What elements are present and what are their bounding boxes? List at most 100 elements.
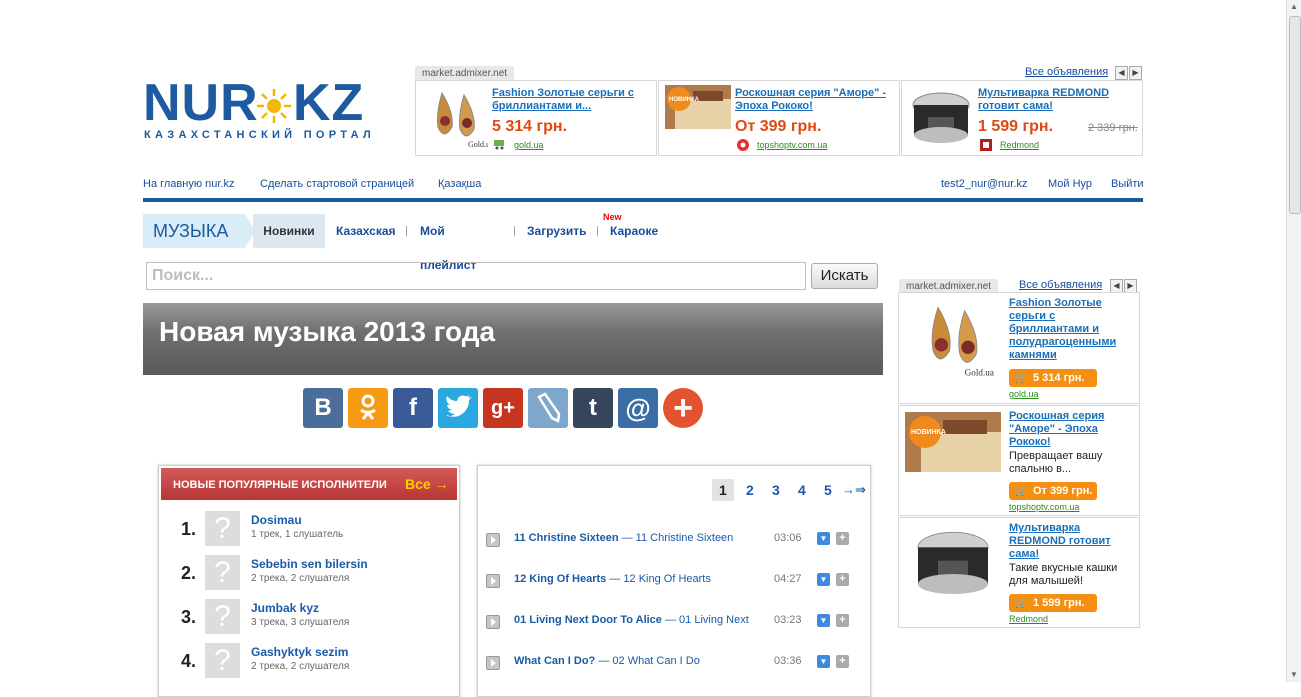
download-icon[interactable]: ▼ <box>817 614 830 627</box>
next-arrow-icon[interactable]: ▶ <box>1124 279 1137 293</box>
logout-link[interactable]: Выйти <box>1111 178 1144 190</box>
start-page-link[interactable]: Сделать стартовой страницей <box>260 178 414 190</box>
artist-avatar[interactable]: ? <box>205 511 240 546</box>
tab-new[interactable]: Новинки <box>253 214 325 248</box>
play-icon[interactable] <box>486 656 500 670</box>
track-name[interactable]: 01 Living Next Door To Alice <box>514 614 662 626</box>
artist-name[interactable]: Jumbak kyz <box>251 601 319 615</box>
top-ad-item[interactable]: Мультиварка REDMOND готовит сама! 1 599 … <box>901 80 1143 156</box>
ad-title[interactable]: Мультиварка REDMOND готовит сама! <box>1009 522 1131 561</box>
kazakh-language-link[interactable]: Қазақша <box>438 178 481 190</box>
page-link-4[interactable]: 4 <box>798 482 806 498</box>
googleplus-icon[interactable]: g+ <box>483 388 523 428</box>
page-link-3[interactable]: 3 <box>772 482 780 498</box>
all-ads-link[interactable]: Все объявления <box>1025 66 1108 78</box>
vk-icon[interactable]: В <box>303 388 343 428</box>
ad-source-label[interactable]: market.admixer.net <box>415 66 515 81</box>
track-row[interactable]: 11 Christine Sixteen — 11 Christine Sixt… <box>478 529 870 559</box>
ad-title[interactable]: Fashion Золотые серьги с бриллиантами и … <box>1009 297 1131 362</box>
page-link-1[interactable]: 1 <box>712 479 734 501</box>
track-row[interactable]: 12 King Of Hearts — 12 King Of Hearts 04… <box>478 570 870 600</box>
search-button[interactable]: Искать <box>811 263 878 289</box>
track-name[interactable]: 11 Christine Sixteen <box>514 532 619 544</box>
mailru-icon[interactable]: @ <box>618 388 658 428</box>
odnoklassniki-icon[interactable] <box>348 388 388 428</box>
play-icon[interactable] <box>486 574 500 588</box>
download-icon[interactable]: ▼ <box>817 573 830 586</box>
vertical-scrollbar[interactable]: ▲ ▼ <box>1286 0 1301 682</box>
artist-avatar[interactable]: ? <box>205 643 240 678</box>
ad-title[interactable]: Мультиварка REDMOND готовит сама! <box>978 87 1133 113</box>
track-row[interactable]: What Can I Do? — 02 What Can I Do 03:36 … <box>478 652 870 682</box>
track-title[interactable]: What Can I Do? — 02 What Can I Do <box>514 655 700 667</box>
track-title[interactable]: 12 King Of Hearts — 12 King Of Hearts <box>514 573 711 585</box>
track-album[interactable]: — 11 Christine Sixteen <box>622 532 734 544</box>
track-row[interactable]: 01 Living Next Door To Alice — 01 Living… <box>478 611 870 641</box>
add-to-playlist-icon[interactable]: + <box>836 655 849 668</box>
tab-upload[interactable]: Загрузить <box>527 214 586 248</box>
right-ad-item[interactable]: НОВИНКА Роскошная серия "Аморе" - Эпоха … <box>898 405 1140 516</box>
add-to-playlist-icon[interactable]: + <box>836 573 849 586</box>
add-to-playlist-icon[interactable]: + <box>836 532 849 545</box>
page-link-5[interactable]: 5 <box>824 482 832 498</box>
artist-row[interactable]: 4. ? Gashyktyk sezim 2 трека, 2 слушател… <box>159 643 459 687</box>
track-album[interactable]: — 01 Living Next <box>665 614 749 626</box>
right-all-ads-link[interactable]: Все объявления <box>1019 279 1102 291</box>
artist-name[interactable]: Sebebin sen bilersin <box>251 557 368 571</box>
home-link[interactable]: На главную nur.kz <box>143 178 235 190</box>
ad-source[interactable]: topshoptv.com.ua <box>1009 502 1079 512</box>
top-ad-item[interactable]: НОВИНКА Роскошная серия "Аморе" - Эпоха … <box>658 80 900 156</box>
scroll-up-icon[interactable]: ▲ <box>1287 0 1301 14</box>
right-ad-item[interactable]: Gold.ua Fashion Золотые серьги с бриллиа… <box>898 292 1140 404</box>
track-album[interactable]: — 02 What Can I Do <box>598 655 700 667</box>
scrollbar-thumb[interactable] <box>1289 16 1301 214</box>
search-input[interactable]: Поиск... <box>146 262 806 290</box>
ad-source[interactable]: topshoptv.com.ua <box>757 140 827 150</box>
play-icon[interactable] <box>486 533 500 547</box>
artist-row[interactable]: 3. ? Jumbak kyz 3 трека, 3 слушателя <box>159 599 459 643</box>
section-title[interactable]: МУЗЫКА <box>143 214 245 248</box>
track-title[interactable]: 01 Living Next Door To Alice — 01 Living… <box>514 614 749 626</box>
artist-row[interactable]: 1. ? Dosimau 1 трек, 1 слушатель <box>159 511 459 555</box>
user-email-link[interactable]: test2_nur@nur.kz <box>941 178 1027 190</box>
download-icon[interactable]: ▼ <box>817 532 830 545</box>
ad-source[interactable]: gold.ua <box>514 140 544 150</box>
ad-price-button[interactable]: 🛒 От 399 грн. <box>1009 482 1097 500</box>
top-ad-item[interactable]: Gold.ua Fashion Золотые серьги с бриллиа… <box>415 80 657 156</box>
play-icon[interactable] <box>486 615 500 629</box>
artist-avatar[interactable]: ? <box>205 599 240 634</box>
track-name[interactable]: What Can I Do? <box>514 655 595 667</box>
next-page-link[interactable]: →⇒ <box>842 482 866 498</box>
ad-source[interactable]: Redmond <box>1000 140 1039 150</box>
artist-name[interactable]: Dosimau <box>251 513 302 527</box>
all-artists-link[interactable]: Все → <box>405 476 449 492</box>
ad-source[interactable]: gold.ua <box>1009 389 1039 399</box>
add-to-playlist-icon[interactable]: + <box>836 614 849 627</box>
track-album[interactable]: — 12 King Of Hearts <box>609 573 711 585</box>
ad-price-button[interactable]: 🛒 1 599 грн. <box>1009 594 1097 612</box>
livejournal-icon[interactable] <box>528 388 568 428</box>
more-icon[interactable]: + <box>663 388 703 428</box>
right-ad-item[interactable]: Мультиварка REDMOND готовит сама! Такие … <box>898 517 1140 628</box>
artist-row[interactable]: 2. ? Sebebin sen bilersin 2 трека, 2 слу… <box>159 555 459 599</box>
track-title[interactable]: 11 Christine Sixteen — 11 Christine Sixt… <box>514 532 733 544</box>
track-name[interactable]: 12 King Of Hearts <box>514 573 606 585</box>
tab-kazakh[interactable]: Казахская <box>336 214 396 248</box>
prev-arrow-icon[interactable]: ◀ <box>1115 66 1128 80</box>
facebook-icon[interactable]: f <box>393 388 433 428</box>
twitter-icon[interactable] <box>438 388 478 428</box>
next-arrow-icon[interactable]: ▶ <box>1129 66 1142 80</box>
site-logo[interactable]: NUR KZ КАЗАХСТАНСКИЙ ПОРТАЛ <box>143 77 371 142</box>
page-link-2[interactable]: 2 <box>746 482 754 498</box>
ad-title[interactable]: Fashion Золотые серьги с бриллиантами и.… <box>492 87 647 113</box>
artist-avatar[interactable]: ? <box>205 555 240 590</box>
ad-price-button[interactable]: 🛒 5 314 грн. <box>1009 369 1097 387</box>
prev-arrow-icon[interactable]: ◀ <box>1110 279 1123 293</box>
ad-source[interactable]: Redmond <box>1009 614 1048 624</box>
my-nur-link[interactable]: Мой Нур <box>1048 178 1092 190</box>
tumblr-icon[interactable]: t <box>573 388 613 428</box>
ad-title[interactable]: Роскошная серия "Аморе" - Эпоха Рококо! <box>1009 410 1131 449</box>
ad-title[interactable]: Роскошная серия "Аморе" - Эпоха Рококо! <box>735 87 890 113</box>
tab-my-playlist[interactable]: Мой плейлист <box>420 214 476 272</box>
artist-name[interactable]: Gashyktyk sezim <box>251 645 348 659</box>
